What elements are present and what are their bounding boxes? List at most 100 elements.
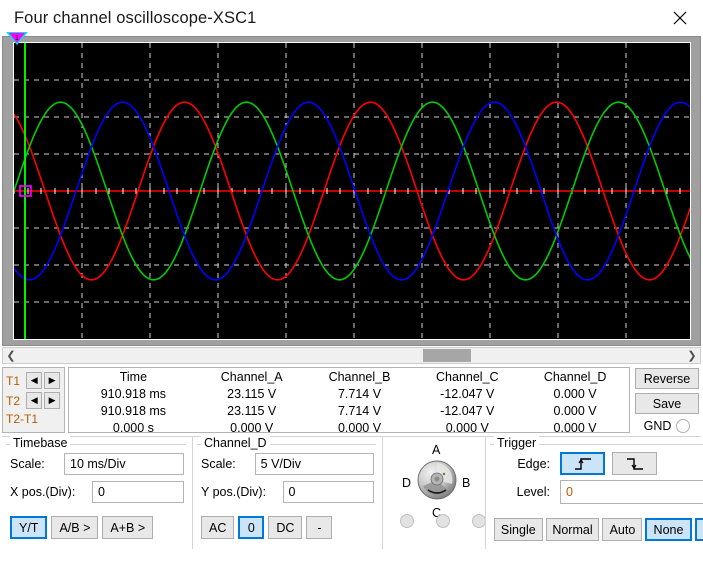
- cursor-t1-row: T1 ◀ ▶: [6, 371, 62, 390]
- display-side-controls: Reverse Save GND: [633, 367, 701, 433]
- cursor-controls: T1 ◀ ▶ T2 ◀ ▶ T2-T1: [2, 367, 65, 433]
- channel-ypos-row: Y pos.(Div): 0: [201, 481, 374, 503]
- channel-selector-knob[interactable]: [417, 460, 457, 500]
- close-icon[interactable]: [657, 0, 703, 36]
- trigger-mode-none-button[interactable]: None: [645, 518, 692, 541]
- window-title: Four channel oscilloscope-XSC1: [14, 8, 257, 27]
- column-header-channel-a: Channel_A: [220, 370, 283, 384]
- channel-coupling-dc-button[interactable]: DC: [268, 516, 303, 539]
- timebase-xpos-label: X pos.(Div):: [10, 485, 76, 499]
- trigger-panel-title: Trigger: [494, 436, 540, 450]
- channel-indicator-1[interactable]: [400, 514, 414, 528]
- trigger-mode-auto-button[interactable]: Auto: [602, 518, 643, 541]
- gnd-control: GND: [644, 419, 691, 433]
- reverse-button[interactable]: Reverse: [635, 368, 699, 389]
- knob-label-d: D: [402, 476, 412, 490]
- knob-label-a: A: [432, 443, 441, 457]
- cell-t2-channel-c: -12.047 V: [440, 403, 495, 418]
- channel-coupling-buttons: AC 0 DC -: [201, 516, 374, 539]
- oscilloscope-display[interactable]: 1: [2, 32, 701, 346]
- falling-edge-icon[interactable]: [612, 452, 657, 475]
- timebase-mode-apb-button[interactable]: A+B >: [102, 516, 154, 539]
- channel-selector-panel: A B C D: [382, 437, 486, 549]
- table-header-row: Time Channel_A Channel_B Channel_C Chann…: [69, 370, 629, 385]
- measurement-table: Time Channel_A Channel_B Channel_C Chann…: [68, 367, 630, 433]
- measurement-section: T1 ◀ ▶ T2 ◀ ▶ T2-T1 Time Channel_A Chann…: [2, 367, 701, 433]
- channel-indicator-3[interactable]: [472, 514, 486, 528]
- trigger-mode-normal-button[interactable]: Normal: [545, 518, 600, 541]
- trigger-level-input[interactable]: 0: [560, 480, 703, 504]
- cell-delta-time: 0.000 s: [112, 420, 154, 433]
- channel-panel-title: Channel_D: [201, 436, 270, 450]
- trigger-source-a-button[interactable]: A >: [694, 518, 703, 541]
- trigger-level-label: Level:: [516, 485, 550, 499]
- timebase-mode-ab-button[interactable]: A/B >: [51, 516, 99, 539]
- channel-scale-row: Scale: 5 V/Div: [201, 453, 374, 475]
- table-row: 0.000 s 0.000 V 0.000 V 0.000 V 0.000 V: [69, 419, 629, 433]
- chevron-left-icon[interactable]: ❮: [3, 348, 19, 363]
- table-row: 910.918 ms 23.115 V 7.714 V -12.047 V 0.…: [69, 402, 629, 419]
- channel-coupling-none-button[interactable]: -: [306, 516, 333, 539]
- cell-t2-channel-b: 7.714 V: [337, 403, 382, 418]
- channel-selector-knob-area: A B C D: [383, 443, 486, 531]
- cell-t2-channel-a: 23.115 V: [227, 403, 277, 418]
- cell-delta-channel-b: 0.000 V: [337, 420, 382, 433]
- cursor-t1-label: T1: [6, 373, 21, 388]
- channel-coupling-gnd-button[interactable]: 0: [238, 516, 265, 539]
- timebase-panel: Timebase Scale: 10 ms/Div X pos.(Div): 0…: [2, 436, 192, 549]
- channel-ypos-input[interactable]: 0: [282, 481, 374, 503]
- timebase-xpos-row: X pos.(Div): 0: [10, 481, 184, 503]
- scrollbar-thumb[interactable]: [423, 349, 471, 362]
- timebase-panel-title: Timebase: [10, 436, 71, 450]
- control-panels: Timebase Scale: 10 ms/Div X pos.(Div): 0…: [2, 436, 703, 549]
- chevron-right-icon[interactable]: ❯: [684, 348, 700, 363]
- trigger-mode-buttons: Single Normal Auto None A > Ext: [494, 518, 703, 541]
- cursor1-handle-icon[interactable]: 1: [6, 32, 28, 46]
- timebase-scale-row: Scale: 10 ms/Div: [10, 453, 184, 475]
- cell-delta-channel-d: 0.000 V: [553, 420, 597, 433]
- cursor-t2-row: T2 ◀ ▶: [6, 391, 62, 410]
- channel-panel: Channel_D Scale: 5 V/Div Y pos.(Div): 0 …: [192, 436, 382, 549]
- column-header-channel-d: Channel_D: [543, 370, 607, 384]
- cursor-delta-label: T2-T1: [6, 412, 39, 426]
- cell-t2-channel-d: 0.000 V: [553, 403, 597, 418]
- cell-t1-channel-b: 7.714 V: [337, 386, 382, 401]
- column-header-channel-b: Channel_B: [328, 370, 391, 384]
- cursor-t1-left-button[interactable]: ◀: [26, 372, 43, 389]
- channel-indicator-2[interactable]: [436, 514, 450, 528]
- column-header-time: Time: [119, 370, 148, 384]
- cursor-t2-left-button[interactable]: ◀: [26, 392, 43, 409]
- trigger-mode-single-button[interactable]: Single: [494, 518, 543, 541]
- table-row: 910.918 ms 23.115 V 7.714 V -12.047 V 0.…: [69, 385, 629, 402]
- timebase-scale-input[interactable]: 10 ms/Div: [64, 453, 184, 475]
- gnd-radio[interactable]: [676, 419, 691, 433]
- scrollbar-track[interactable]: [19, 348, 684, 363]
- knob-label-b: B: [462, 476, 471, 490]
- cell-t1-channel-d: 0.000 V: [553, 386, 597, 401]
- trigger-panel: Trigger Edge: Ext Level: 0: [485, 436, 703, 549]
- svg-text:1: 1: [15, 35, 19, 42]
- column-header-channel-c: Channel_C: [436, 370, 499, 384]
- gnd-label: GND: [643, 419, 672, 433]
- channel-coupling-ac-button[interactable]: AC: [201, 516, 235, 539]
- timebase-scrollbar[interactable]: ❮ ❯: [2, 347, 701, 364]
- scope-waveform-canvas: [14, 43, 690, 339]
- cell-delta-channel-c: 0.000 V: [445, 420, 489, 433]
- channel-ypos-label: Y pos.(Div):: [201, 485, 267, 499]
- trigger-level-row: Level: 0 V: [494, 480, 703, 504]
- cursor-t2-right-button[interactable]: ▶: [44, 392, 60, 409]
- cursor-t2-label: T2: [6, 393, 21, 408]
- trigger-edge-label: Edge:: [517, 456, 550, 471]
- timebase-scale-label: Scale:: [10, 457, 45, 471]
- save-button[interactable]: Save: [635, 393, 699, 414]
- rising-edge-icon[interactable]: [560, 452, 605, 475]
- timebase-xpos-input[interactable]: 0: [92, 481, 184, 503]
- timebase-mode-yt-button[interactable]: Y/T: [10, 516, 48, 539]
- channel-indicator-lights: [383, 514, 486, 528]
- channel-scale-input[interactable]: 5 V/Div: [254, 453, 374, 475]
- scope-plot-area[interactable]: [13, 42, 691, 340]
- cell-t1-channel-c: -12.047 V: [440, 386, 495, 401]
- cursor-t1-right-button[interactable]: ▶: [44, 372, 60, 389]
- window-titlebar: Four channel oscilloscope-XSC1: [0, 0, 703, 36]
- trigger-edge-row: Edge: Ext: [494, 452, 703, 475]
